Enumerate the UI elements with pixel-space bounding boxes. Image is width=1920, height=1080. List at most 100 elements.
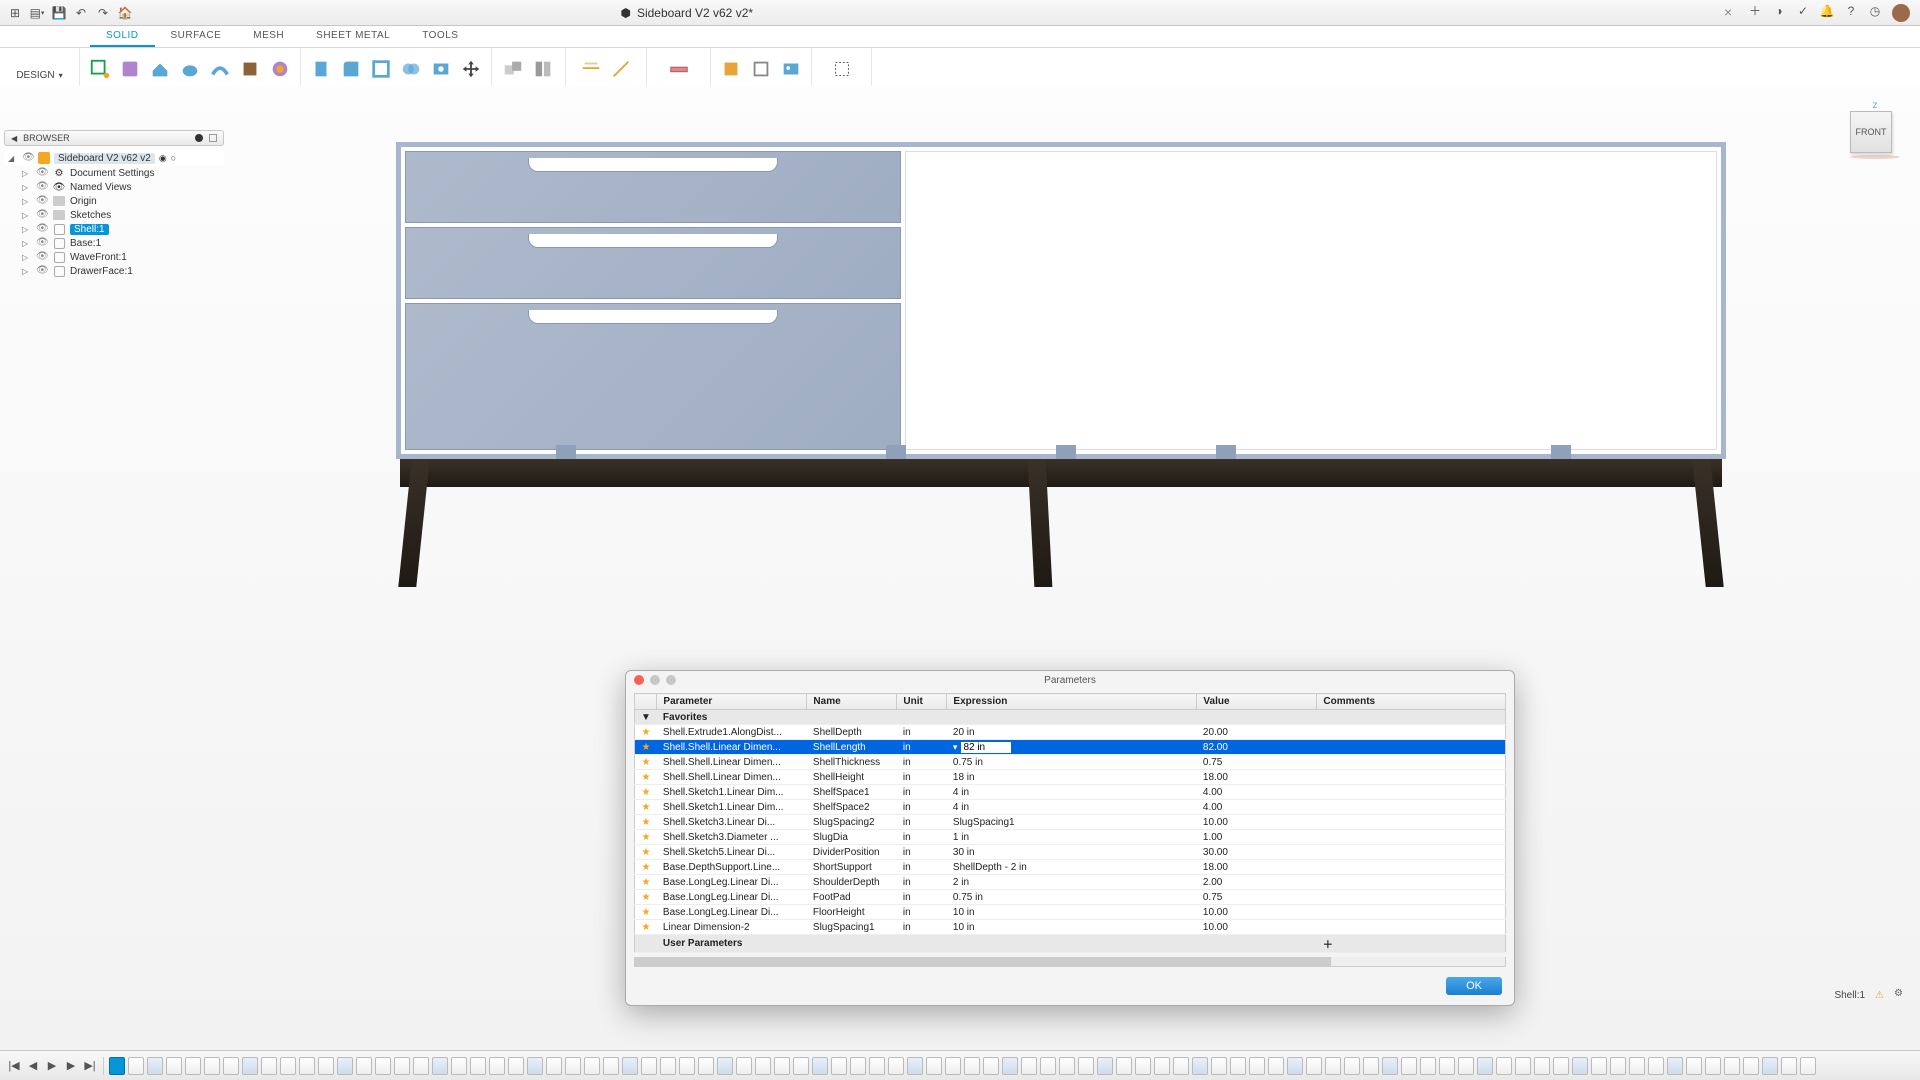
- timeline-feature[interactable]: [527, 1057, 543, 1075]
- parameter-cell[interactable]: Shell.Shell.Linear Dimen...: [657, 770, 807, 785]
- timeline-feature[interactable]: [1040, 1057, 1056, 1075]
- unit-cell[interactable]: in: [897, 755, 947, 770]
- timeline-feature[interactable]: [1496, 1057, 1512, 1075]
- help-icon[interactable]: ?: [1844, 4, 1858, 18]
- timeline-feature[interactable]: [774, 1057, 790, 1075]
- favorite-star-icon[interactable]: ★: [635, 830, 657, 845]
- timeline-feature[interactable]: [337, 1057, 353, 1075]
- value-cell[interactable]: 2.00: [1197, 875, 1317, 890]
- timeline-feature[interactable]: [1401, 1057, 1417, 1075]
- tab-mesh[interactable]: MESH: [237, 26, 300, 47]
- favorite-star-icon[interactable]: ★: [635, 875, 657, 890]
- timeline-feature[interactable]: [1553, 1057, 1569, 1075]
- press-pull-icon[interactable]: [309, 57, 333, 81]
- timeline-feature[interactable]: [1268, 1057, 1284, 1075]
- timeline-feature[interactable]: [1648, 1057, 1664, 1075]
- parameter-cell[interactable]: Shell.Shell.Linear Dimen...: [657, 755, 807, 770]
- value-cell[interactable]: 18.00: [1197, 860, 1317, 875]
- value-cell[interactable]: 1.00: [1197, 830, 1317, 845]
- loft-icon[interactable]: [238, 57, 262, 81]
- browser-node[interactable]: ▷👁⚙Document Settings: [4, 166, 224, 180]
- timeline-feature[interactable]: [204, 1057, 220, 1075]
- timeline-feature[interactable]: [109, 1057, 125, 1075]
- expression-cell[interactable]: 2 in: [947, 875, 1197, 890]
- expression-cell[interactable]: 20 in: [947, 725, 1197, 740]
- timeline-feature[interactable]: [1686, 1057, 1702, 1075]
- timeline-feature[interactable]: [166, 1057, 182, 1075]
- value-cell[interactable]: 10.00: [1197, 815, 1317, 830]
- comments-cell[interactable]: [1317, 755, 1506, 770]
- favorite-star-icon[interactable]: ★: [635, 785, 657, 800]
- expression-cell[interactable]: SlugSpacing1: [947, 815, 1197, 830]
- new-component-icon[interactable]: [501, 57, 525, 81]
- job-status-icon[interactable]: ✓: [1796, 4, 1810, 18]
- timeline-feature[interactable]: [565, 1057, 581, 1075]
- parameter-cell[interactable]: Shell.Sketch3.Linear Di...: [657, 815, 807, 830]
- parameter-cell[interactable]: Base.LongLeg.Linear Di...: [657, 875, 807, 890]
- timeline-feature[interactable]: [622, 1057, 638, 1075]
- timeline-feature[interactable]: [280, 1057, 296, 1075]
- timeline-feature[interactable]: [185, 1057, 201, 1075]
- value-cell[interactable]: 4.00: [1197, 785, 1317, 800]
- timeline-feature[interactable]: [1724, 1057, 1740, 1075]
- parameter-cell[interactable]: Linear Dimension-2: [657, 920, 807, 935]
- comments-cell[interactable]: [1317, 830, 1506, 845]
- parameter-cell[interactable]: Shell.Sketch1.Linear Dim...: [657, 785, 807, 800]
- favorite-star-icon[interactable]: ★: [635, 845, 657, 860]
- value-cell[interactable]: 4.00: [1197, 800, 1317, 815]
- timeline-feature[interactable]: [299, 1057, 315, 1075]
- comments-cell[interactable]: [1317, 800, 1506, 815]
- name-cell[interactable]: ShellHeight: [807, 770, 897, 785]
- expression-cell[interactable]: ShellDepth - 2 in: [947, 860, 1197, 875]
- tab-close-icon[interactable]: ×: [1724, 4, 1738, 18]
- name-cell[interactable]: SlugSpacing2: [807, 815, 897, 830]
- timeline-feature[interactable]: [1021, 1057, 1037, 1075]
- parameter-row[interactable]: ★Shell.Sketch1.Linear Dim...ShelfSpace1i…: [635, 785, 1506, 800]
- combine-icon[interactable]: [399, 57, 423, 81]
- parameter-row[interactable]: ★Shell.Shell.Linear Dimen...ShellLengthi…: [635, 740, 1506, 755]
- extrude-icon[interactable]: [148, 57, 172, 81]
- hole-icon[interactable]: [429, 57, 453, 81]
- home-icon[interactable]: 🏠: [118, 6, 132, 20]
- timeline-feature[interactable]: [698, 1057, 714, 1075]
- timeline-feature[interactable]: [831, 1057, 847, 1075]
- user-parameters-section[interactable]: User Parameters: [657, 935, 1317, 953]
- value-cell[interactable]: 82.00: [1197, 740, 1317, 755]
- unit-cell[interactable]: in: [897, 800, 947, 815]
- new-sketch-icon[interactable]: [88, 57, 112, 81]
- viewcube-face[interactable]: FRONT: [1850, 111, 1892, 153]
- timeline-feature[interactable]: [1173, 1057, 1189, 1075]
- value-cell[interactable]: 18.00: [1197, 770, 1317, 785]
- parameter-row[interactable]: ★Base.DepthSupport.Line...ShortSupportin…: [635, 860, 1506, 875]
- favorite-star-icon[interactable]: ★: [635, 740, 657, 755]
- timeline-feature[interactable]: [1743, 1057, 1759, 1075]
- comments-cell[interactable]: [1317, 890, 1506, 905]
- parameter-cell[interactable]: Shell.Sketch3.Diameter ...: [657, 830, 807, 845]
- timeline-feature[interactable]: [1591, 1057, 1607, 1075]
- timeline-feature[interactable]: [223, 1057, 239, 1075]
- name-cell[interactable]: ShelfSpace1: [807, 785, 897, 800]
- timeline-feature[interactable]: [1287, 1057, 1303, 1075]
- comments-cell[interactable]: [1317, 740, 1506, 755]
- timeline-feature[interactable]: [1154, 1057, 1170, 1075]
- parameter-row[interactable]: ★Base.LongLeg.Linear Di...FootPadin0.75 …: [635, 890, 1506, 905]
- favorite-star-icon[interactable]: ★: [635, 890, 657, 905]
- timeline-feature[interactable]: [128, 1057, 144, 1075]
- timeline-feature[interactable]: [1306, 1057, 1322, 1075]
- timeline-feature[interactable]: [755, 1057, 771, 1075]
- timeline-feature[interactable]: [1458, 1057, 1474, 1075]
- timeline-end-icon[interactable]: ▶|: [82, 1058, 98, 1074]
- name-cell[interactable]: DividerPosition: [807, 845, 897, 860]
- timeline-start-icon[interactable]: |◀: [6, 1058, 22, 1074]
- timeline-feature[interactable]: [1116, 1057, 1132, 1075]
- browser-root[interactable]: ◢ 👁 Sideboard V2 v62 v2 ◉ ○: [4, 150, 224, 166]
- comments-cell[interactable]: [1317, 905, 1506, 920]
- timeline-feature[interactable]: [679, 1057, 695, 1075]
- name-cell[interactable]: SlugSpacing1: [807, 920, 897, 935]
- shell-icon[interactable]: [369, 57, 393, 81]
- dialog-close-icon[interactable]: [634, 675, 644, 685]
- expression-cell[interactable]: 1 in: [947, 830, 1197, 845]
- timeline-feature[interactable]: [1439, 1057, 1455, 1075]
- browser-node[interactable]: ▷👁Base:1: [4, 236, 224, 250]
- parameter-cell[interactable]: Shell.Shell.Linear Dimen...: [657, 740, 807, 755]
